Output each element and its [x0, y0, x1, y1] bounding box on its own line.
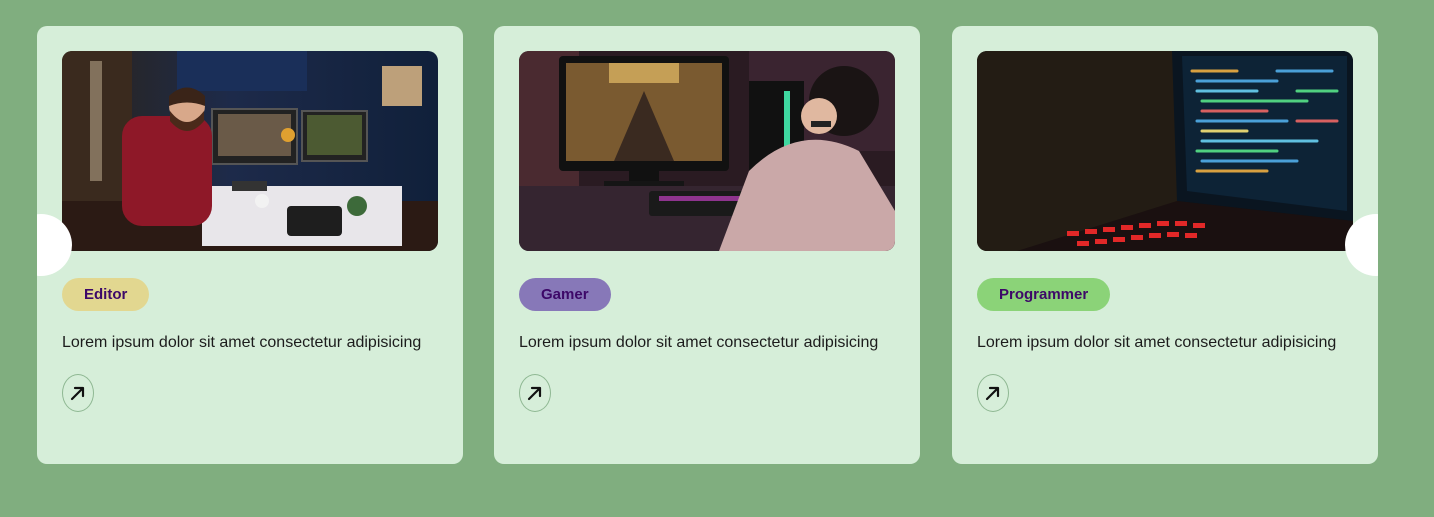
card-description: Lorem ipsum dolor sit amet consectetur a…: [977, 334, 1337, 351]
card-description: Lorem ipsum dolor sit amet consectetur a…: [62, 334, 422, 351]
card-programmer: Programmer Lorem ipsum dolor sit amet co…: [952, 26, 1378, 464]
programmer-photo: [977, 51, 1353, 251]
editor-photo: [62, 51, 438, 251]
carousel-prev-wrapper: [37, 200, 87, 290]
open-card-button[interactable]: [977, 374, 1009, 412]
tag-badge: Gamer: [519, 278, 611, 311]
arrow-up-right-icon: [985, 386, 1000, 401]
open-card-button[interactable]: [62, 374, 94, 412]
tag-badge: Programmer: [977, 278, 1111, 311]
arrow-up-right-icon: [527, 386, 542, 401]
carousel-next-wrapper: [1345, 200, 1378, 290]
card-gamer: Gamer Lorem ipsum dolor sit amet consect…: [494, 26, 920, 464]
card-editor: Editor Lorem ipsum dolor sit amet consec…: [37, 26, 463, 464]
carousel-prev-button[interactable]: [37, 214, 72, 276]
gamer-photo: [519, 51, 895, 251]
carousel-next-button[interactable]: [1345, 214, 1378, 276]
card-description: Lorem ipsum dolor sit amet consectetur a…: [519, 334, 879, 351]
open-card-button[interactable]: [519, 374, 551, 412]
arrow-up-right-icon: [70, 386, 85, 401]
